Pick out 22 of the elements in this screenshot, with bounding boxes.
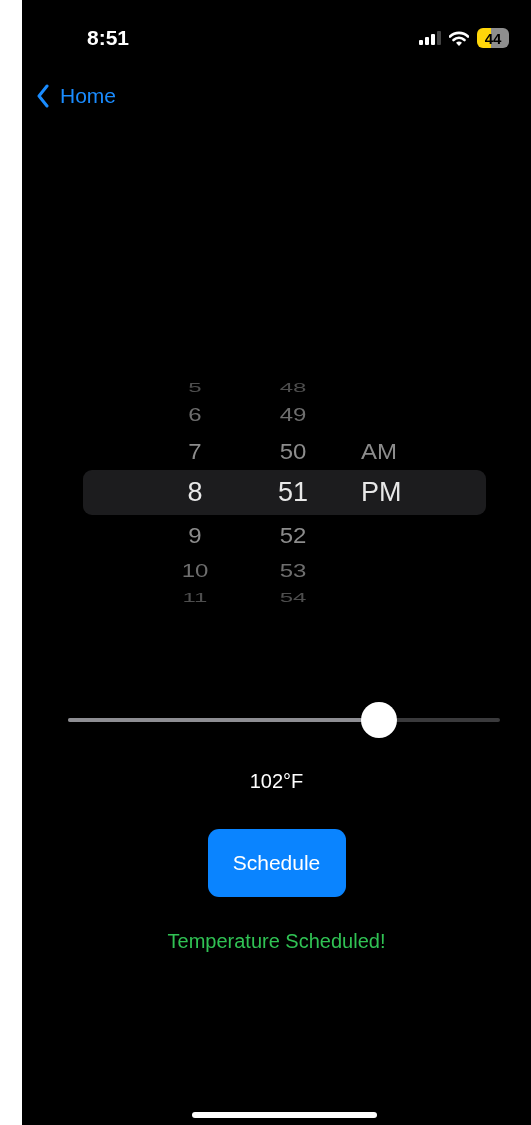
picker-item[interactable]: 6 [188,404,202,425]
picker-item[interactable]: 8 [187,479,203,506]
chevron-left-icon [36,84,50,108]
picker-item[interactable]: 51 [277,479,308,506]
picker-item[interactable]: 10 [181,560,209,581]
slider-thumb[interactable] [361,702,398,738]
status-time: 8:51 [87,26,130,50]
picker-item[interactable]: 7 [188,439,202,462]
status-message: Temperature Scheduled! [166,930,387,953]
picker-item[interactable]: 53 [279,560,307,581]
picker-item[interactable]: 9 [188,523,202,546]
schedule-button[interactable]: Schedule [207,829,346,897]
temperature-label: 102°F [248,770,305,793]
picker-item[interactable]: PM [361,479,402,506]
signal-icon [419,31,441,45]
back-button[interactable]: Home [36,84,117,108]
temperature-slider[interactable] [68,705,500,735]
picker-item[interactable]: 49 [279,404,307,425]
picker-item[interactable]: AM [361,439,397,462]
picker-item[interactable]: 52 [279,523,307,546]
picker-item[interactable]: 50 [279,439,307,462]
wifi-icon [449,30,469,46]
